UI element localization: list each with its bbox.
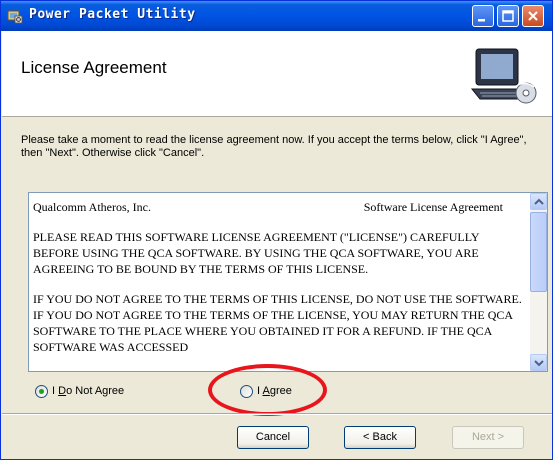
maximize-button[interactable] [497,5,519,27]
license-doc-title: Software License Agreement [363,200,503,214]
back-button[interactable]: < Back [344,426,416,449]
page-title: License Agreement [21,58,167,77]
installer-window: Power Packet Utility License Agreement P… [0,0,553,460]
vertical-scrollbar[interactable] [530,193,547,371]
scroll-down-button[interactable] [530,354,547,371]
close-icon [528,11,538,21]
annotation-circle [208,364,327,416]
instructions-text: Please take a moment to read the license… [21,134,527,159]
minimize-icon [478,19,485,22]
window-title: Power Packet Utility [29,7,196,22]
radio-button-checked[interactable] [35,384,48,398]
cancel-button[interactable]: Cancel [237,426,309,449]
license-paragraph: IF YOU DO NOT AGREE TO THE TERMS OF THIS… [33,292,522,354]
wizard-header: License Agreement [2,31,552,117]
chevron-down-icon [534,360,544,367]
close-button[interactable] [522,5,544,27]
license-textbox[interactable]: Qualcomm Atheros, Inc. Software License … [28,192,548,372]
maximize-icon [502,10,514,22]
chevron-up-icon [534,198,544,205]
next-button[interactable]: Next > [452,426,524,449]
footer-divider [2,413,552,415]
radio-label-do-not-agree: I Do Not Agree [52,385,125,397]
minimize-button[interactable] [472,5,494,27]
radio-do-not-agree[interactable]: I Do Not Agree [35,383,124,399]
title-bar[interactable]: Power Packet Utility [1,1,552,31]
computer-disc-icon [470,48,537,104]
setup-icon [7,10,23,24]
license-content: Qualcomm Atheros, Inc. Software License … [33,199,523,371]
scroll-thumb[interactable] [530,212,547,292]
license-paragraph: PLEASE READ THIS SOFTWARE LICENSE AGREEM… [33,230,480,276]
scroll-up-button[interactable] [530,193,547,210]
license-company: Qualcomm Atheros, Inc. [33,200,151,214]
